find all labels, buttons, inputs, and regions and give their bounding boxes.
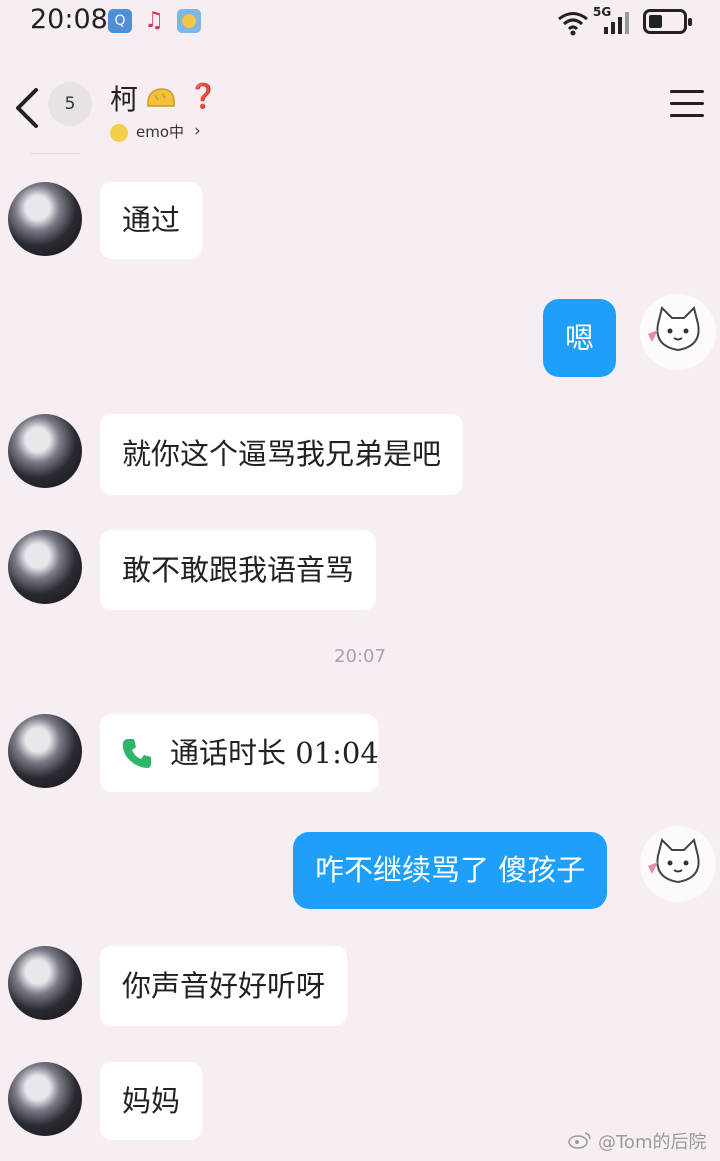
cat-sticker-icon [648,306,700,352]
message-bubble-received[interactable]: 通过 [100,182,203,259]
chat-header: 5 柯 ❓ emo中 › [0,60,720,155]
call-duration-text: 通话时长 01:04 [170,736,379,770]
contact-avatar[interactable] [8,414,82,488]
contact-avatar[interactable] [8,1062,82,1136]
my-avatar[interactable] [640,826,716,902]
chevron-right-icon: › [194,121,201,141]
wifi-icon [558,12,588,36]
qq-icon: Q [108,9,132,33]
header-divider [30,153,80,154]
unread-badge[interactable]: 5 [48,82,92,126]
message-bubble-received[interactable]: 你声音好好听呀 [100,946,348,1026]
emo-face-icon [110,124,128,142]
message-bubble-sent[interactable]: 咋不继续骂了 傻孩子 [293,832,608,909]
battery-icon [643,9,692,34]
call-record-bubble[interactable]: 通话时长 01:04 [100,714,379,792]
contact-avatar[interactable] [8,714,82,788]
status-time: 20:08 [30,4,108,35]
bread-icon [147,88,175,107]
watermark-text: @Tom的后院 [598,1132,707,1153]
message-bubble-received[interactable]: 就你这个逼骂我兄弟是吧 [100,414,464,495]
music-icon: ♫ [144,8,164,33]
message-bubble-received[interactable]: 敢不敢跟我语音骂 [100,530,377,610]
weather-icon [177,9,201,33]
status-text: emo中 [136,123,185,141]
contact-name[interactable]: 柯 [110,78,138,118]
weibo-icon [568,1132,591,1149]
phone-icon [122,739,151,768]
contact-avatar[interactable] [8,530,82,604]
time-separator: 20:07 [334,646,386,667]
signal-icon [604,12,629,34]
my-avatar[interactable] [640,294,716,370]
menu-icon[interactable] [670,90,704,120]
contact-avatar[interactable] [8,946,82,1020]
back-icon[interactable] [12,86,42,130]
message-bubble-received[interactable]: 妈妈 [100,1062,203,1140]
contact-avatar[interactable] [8,182,82,256]
message-bubble-sent[interactable]: 嗯 [543,299,617,377]
status-bar: 20:08 Q ♫ 5G [0,0,720,44]
cat-sticker-icon [648,838,700,884]
ear-icon: ❓ [188,82,218,110]
